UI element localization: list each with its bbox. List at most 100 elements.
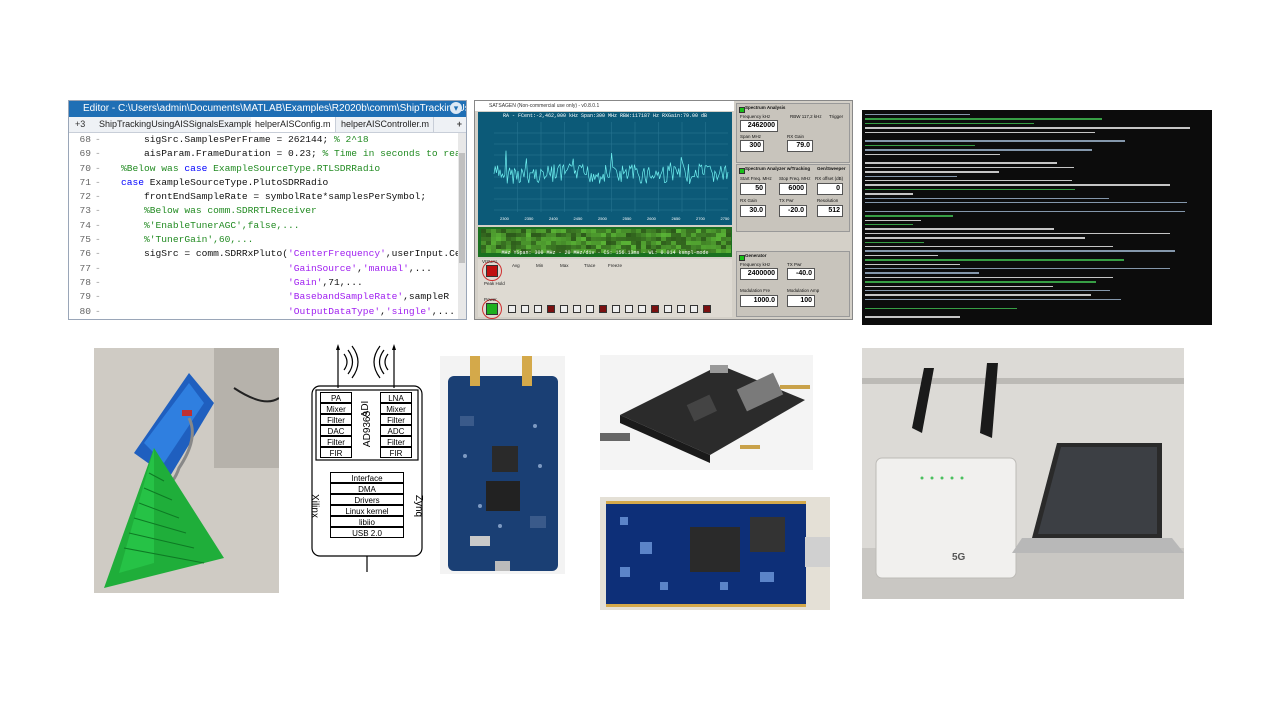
terminal-window[interactable] <box>862 110 1212 325</box>
code-line[interactable]: 77- 'GainSource','manual',... <box>69 262 458 276</box>
tab-helperaisconfig[interactable]: helperAISConfig.m <box>251 117 336 132</box>
waterfall-cell <box>621 229 626 233</box>
mod-freq-input[interactable]: 1000.0 <box>740 295 778 307</box>
spectrum-plot[interactable]: RA - FCent:-2,462,000 kHz Span:300 MHz R… <box>478 112 732 225</box>
control-checkbox[interactable] <box>625 305 633 313</box>
terminal-line <box>865 114 971 116</box>
code-line[interactable]: 81 - 'SamplesPerFrame',262144); <box>69 319 458 320</box>
waterfall-cell <box>596 241 601 245</box>
waterfall-cell <box>541 241 546 245</box>
trigger-label: Trigger <box>829 114 844 119</box>
code-text: 'OutputDataType','single',... <box>287 305 455 317</box>
waterfall-cell <box>511 245 516 249</box>
code-line[interactable]: 79- 'BasebandSampleRate',sampleR <box>69 290 458 304</box>
waterfall-cell <box>676 233 681 237</box>
start-freq-input[interactable]: 50 <box>740 183 766 195</box>
control-checkbox[interactable] <box>534 305 542 313</box>
control-checkbox[interactable] <box>638 305 646 313</box>
waterfall-cell <box>601 229 606 233</box>
waterfall-cell <box>526 245 531 249</box>
control-checkbox[interactable] <box>586 305 594 313</box>
mod-amp-input[interactable]: 100 <box>787 295 815 307</box>
add-tab-button[interactable]: + <box>457 117 462 132</box>
waterfall-cell <box>531 241 536 245</box>
frequency-khz-input[interactable]: 2462000 <box>740 120 778 132</box>
tab-counter[interactable]: +3 <box>75 117 85 132</box>
code-line[interactable]: 74- %'EnableTunerAGC',false,... <box>69 219 458 233</box>
code-line[interactable]: 75- %'TunerGain',60,... <box>69 233 458 247</box>
terminal-line <box>865 241 924 243</box>
terminal-line <box>865 197 1109 199</box>
code-line[interactable]: 76- sigSrc = comm.SDRRxPluto('CenterFreq… <box>69 247 466 261</box>
control-checkbox[interactable] <box>599 305 607 313</box>
control-checkbox[interactable] <box>521 305 529 313</box>
waterfall-cell <box>586 241 591 245</box>
code-line[interactable]: 73- %Below was comm.SDRRTLReceiver <box>69 204 458 218</box>
code-line[interactable]: 70- %Below was case ExampleSourceType.RTL… <box>69 162 458 176</box>
waterfall-cell <box>711 241 716 245</box>
waterfall-cell <box>546 245 551 249</box>
waterfall-cell <box>511 229 516 233</box>
control-checkbox[interactable] <box>508 305 516 313</box>
code-line[interactable]: 72- frontEndSampleRate = symbolRate*samp… <box>69 190 458 204</box>
waterfall-cell <box>691 241 696 245</box>
tab-helperaiscontroller[interactable]: helperAISController.m <box>337 117 435 132</box>
spectrum-analyzer-window: SATSAGEN (Non-commercial use only) - v0.… <box>474 100 853 320</box>
control-checkbox[interactable] <box>703 305 711 313</box>
waterfall-cell <box>516 241 521 245</box>
control-checkbox[interactable] <box>677 305 685 313</box>
resolution-input[interactable]: 512 <box>817 205 843 217</box>
window-menu-icon[interactable]: ▾ <box>450 102 462 114</box>
control-checkbox[interactable] <box>560 305 568 313</box>
code-line[interactable]: 68- sigSrc.SamplesPerFrame = 262144; % 2… <box>69 133 458 147</box>
stop-freq-input[interactable]: 6000 <box>779 183 807 195</box>
control-checkbox[interactable] <box>612 305 620 313</box>
waterfall-cell <box>726 241 731 245</box>
resolution-label: Resolution <box>817 198 839 203</box>
waterfall-cell <box>551 229 556 233</box>
spectrum-analysis-group: Spectrum Analysis Frequency kHz 2462000 … <box>736 103 850 163</box>
waterfall-cell <box>546 241 551 245</box>
terminal-line <box>865 228 1055 230</box>
tx-pwr-input[interactable]: -20.0 <box>779 205 807 217</box>
waterfall-cell <box>546 229 551 233</box>
waterfall-cell <box>661 241 666 245</box>
terminal-line <box>865 210 1185 213</box>
span-mhz-input[interactable]: 300 <box>740 140 764 152</box>
waterfall-cell <box>701 237 706 241</box>
rx-offset-input[interactable]: 0 <box>817 183 843 195</box>
code-line[interactable]: 71- case ExampleSourceType.PlutoSDRRadio <box>69 176 458 190</box>
terminal-line <box>865 224 913 226</box>
waterfall-cell <box>716 237 721 241</box>
waterfall-cell <box>576 237 581 241</box>
rx-gain-input[interactable]: 79.0 <box>787 140 813 152</box>
tab-shiptracking[interactable]: ShipTrackingUsingAISSignalsExample.m <box>95 117 269 132</box>
waterfall-cell <box>561 233 566 237</box>
vertical-scrollbar[interactable] <box>458 133 466 319</box>
rx-block: ADC <box>380 425 412 436</box>
pluto-antenna-illustration <box>94 348 279 593</box>
code-line[interactable]: 69- aisParam.FrameDuration = 0.23; % Tim… <box>69 147 466 161</box>
gen-tx-pwr-input[interactable]: -40.0 <box>787 268 815 280</box>
waterfall-cell <box>496 245 501 249</box>
control-checkbox[interactable] <box>690 305 698 313</box>
waterfall-cell <box>591 245 596 249</box>
control-checkbox[interactable] <box>573 305 581 313</box>
line-number: 71 <box>79 176 91 188</box>
code-line[interactable]: 80 - 'OutputDataType','single',... <box>69 305 458 319</box>
control-checkbox[interactable] <box>664 305 672 313</box>
waterfall-cell <box>491 245 496 249</box>
code-area[interactable]: 68- sigSrc.SamplesPerFrame = 262144; % 2… <box>69 133 466 320</box>
gen-frequency-input[interactable]: 2400000 <box>740 268 778 280</box>
control-checkbox[interactable] <box>547 305 555 313</box>
waterfall-cell <box>596 245 601 249</box>
control-label: Avg <box>512 263 520 268</box>
waterfall-cell <box>521 245 526 249</box>
waterfall-cell <box>531 229 536 233</box>
waterfall-cell <box>706 245 711 249</box>
code-line[interactable]: 78- 'Gain',71,... <box>69 276 458 290</box>
control-checkbox[interactable] <box>651 305 659 313</box>
waterfall-cell <box>721 229 726 233</box>
rx-gain2-input[interactable]: 30.0 <box>740 205 766 217</box>
mod-amp-label: Modulation Amp <box>787 288 820 293</box>
